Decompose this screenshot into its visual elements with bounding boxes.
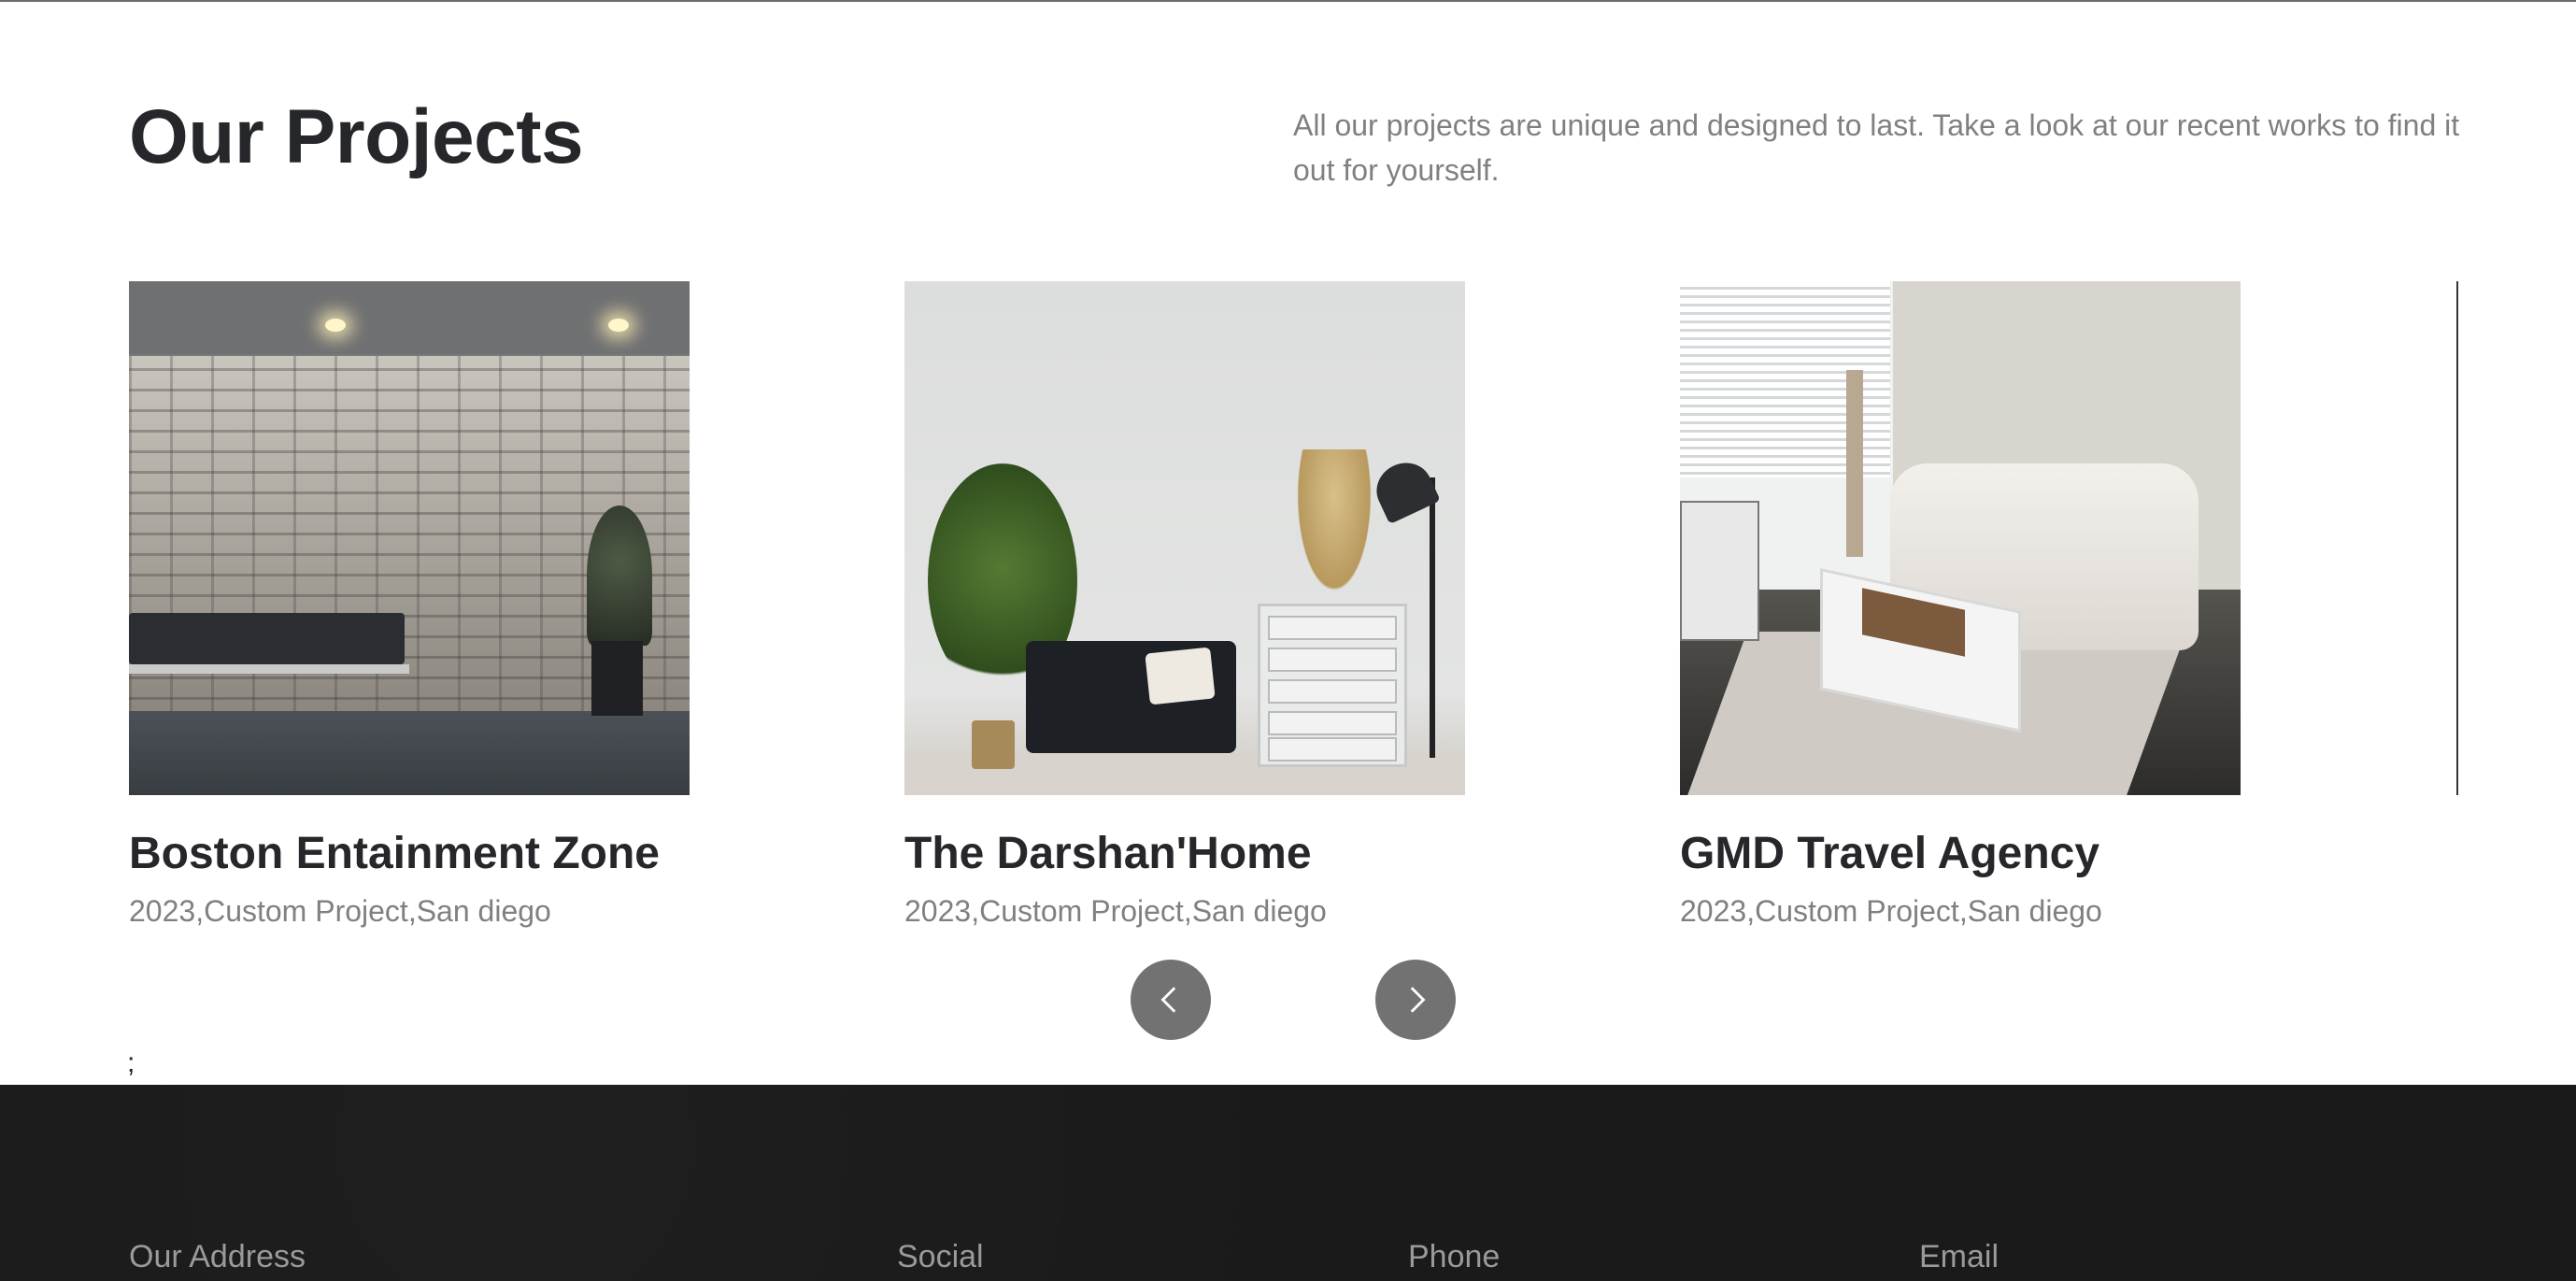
project-card[interactable]: The Darshan'Home 2023,Custom Project,San…: [904, 281, 1465, 928]
section-description: All our projects are unique and designed…: [1293, 108, 2460, 187]
next-card-peek: [2456, 281, 2458, 795]
carousel-prev-button[interactable]: [1131, 960, 1211, 1040]
footer-heading-email: Email: [1919, 1239, 2000, 1274]
footer-heading-phone: Phone: [1408, 1239, 1501, 1274]
project-meta: 2023,Custom Project,San diego: [1680, 894, 2102, 928]
project-title[interactable]: GMD Travel Agency: [1680, 823, 2334, 885]
section-title: Our Projects: [129, 94, 584, 179]
project-image[interactable]: [129, 281, 690, 795]
projects-carousel: Boston Entainment Zone 2023,Custom Proje…: [129, 281, 2457, 935]
chevron-right-icon: [1410, 987, 1426, 1013]
project-card[interactable]: Boston Entainment Zone 2023,Custom Proje…: [129, 281, 690, 928]
site-footer: Our Address Social Phone Email: [0, 1085, 2576, 1281]
project-image[interactable]: [904, 281, 1465, 795]
chevron-left-icon: [1160, 987, 1176, 1013]
top-divider: [0, 0, 2576, 2]
project-card[interactable]: GMD Travel Agency 2023,Custom Project,Sa…: [1680, 281, 2241, 928]
footer-heading-address: Our Address: [129, 1239, 306, 1274]
stray-text: ;: [127, 1047, 135, 1078]
carousel-next-button[interactable]: [1375, 960, 1456, 1040]
project-meta: 2023,Custom Project,San diego: [129, 894, 551, 928]
footer-heading-social: Social: [897, 1239, 984, 1274]
project-meta: 2023,Custom Project,San diego: [904, 894, 1327, 928]
project-title[interactable]: The Darshan'Home: [904, 823, 1558, 885]
project-image[interactable]: [1680, 281, 2241, 795]
project-title[interactable]: Boston Entainment Zone: [129, 823, 783, 885]
